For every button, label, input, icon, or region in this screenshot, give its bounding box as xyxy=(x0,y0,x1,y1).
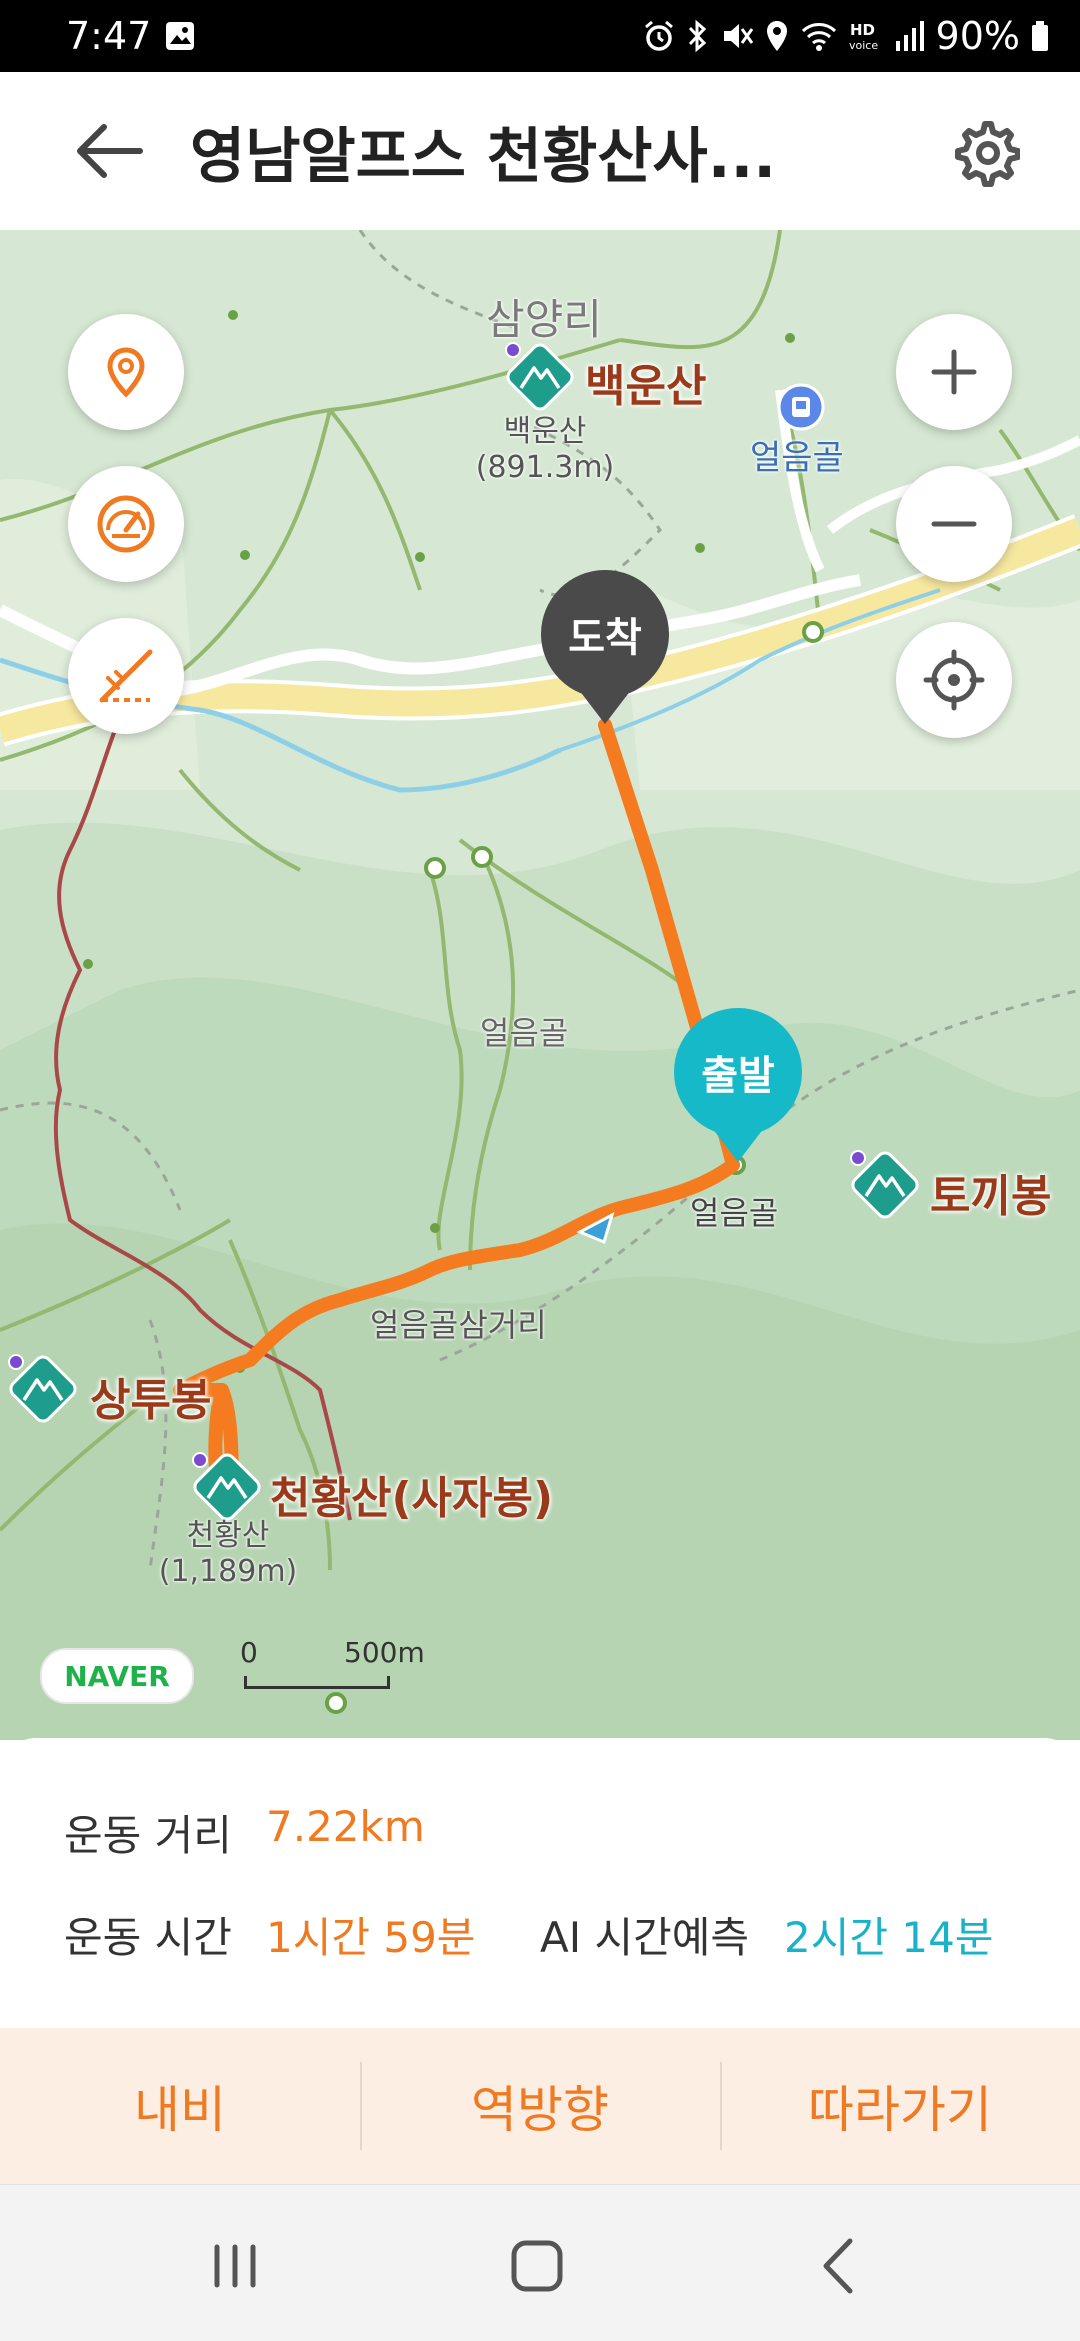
location-pin-icon xyxy=(107,347,145,398)
battery-icon xyxy=(1032,21,1048,51)
poi-marker-icon[interactable] xyxy=(776,382,826,432)
signal-icon xyxy=(895,21,924,51)
follow-button[interactable]: 따라가기 xyxy=(720,2028,1080,2184)
zoom-out-button[interactable] xyxy=(896,466,1012,582)
home-icon[interactable] xyxy=(496,2231,576,2301)
scale-zero: 0 xyxy=(240,1636,258,1669)
label-eoleumgol-start: 얼음골 xyxy=(690,1194,779,1232)
time-value: 1시간 59분 xyxy=(266,1913,476,1962)
mountain-peak-icon[interactable] xyxy=(6,1352,80,1426)
label-cheonhwangsan: 천황산(사자봉) xyxy=(270,1473,554,1524)
page-title: 영남알프스 천황산사... xyxy=(190,122,777,192)
system-nav-bar xyxy=(0,2184,1080,2341)
distance-label: 운동 거리 xyxy=(64,1811,232,1860)
wifi-icon xyxy=(801,23,836,51)
svg-text:voice: voice xyxy=(849,39,878,52)
svg-text:HD: HD xyxy=(850,21,875,39)
route-summary-panel: 운동 거리 7.22km 운동 시간 1시간 59분 AI 시간예측 2시간 1… xyxy=(0,1738,1080,2028)
mountain-peak-icon[interactable] xyxy=(848,1148,922,1222)
map-view[interactable]: 삼양리 백운산 백운산 (891.3m) 얼음골 얼음골 얼음골 토끼봉 얼음골… xyxy=(0,230,1080,1740)
plus-icon xyxy=(931,349,977,395)
speedometer-icon xyxy=(97,495,155,553)
label-eoleumgol-samgeori: 얼음골삼거리 xyxy=(370,1306,547,1344)
label-tokkibong: 토끼봉 xyxy=(930,1171,1052,1222)
my-location-button[interactable] xyxy=(896,622,1012,738)
mountain-peak-icon[interactable] xyxy=(503,340,577,414)
action-bar: 내비 역방향 따라가기 xyxy=(0,2028,1080,2184)
slope-icon xyxy=(99,649,153,703)
slope-button[interactable] xyxy=(68,618,184,734)
label-sangtubong: 상투봉 xyxy=(90,1375,212,1426)
start-marker[interactable]: 출발 xyxy=(674,1008,802,1162)
back-chevron-icon[interactable] xyxy=(800,2231,880,2301)
app-header: 영남알프스 천황산사... xyxy=(0,72,1080,231)
reverse-button[interactable]: 역방향 xyxy=(360,2028,720,2184)
start-marker-label: 출발 xyxy=(674,1008,802,1136)
time-label: 운동 시간 xyxy=(64,1913,232,1962)
zoom-in-button[interactable] xyxy=(896,314,1012,430)
speedometer-button[interactable] xyxy=(68,466,184,582)
status-time: 7:47 xyxy=(66,14,152,58)
gallery-icon xyxy=(166,22,194,50)
bluetooth-icon xyxy=(688,19,706,53)
label-baekunsan-elevation: 백운산 (891.3m) xyxy=(475,414,615,485)
arrive-marker[interactable]: 도착 xyxy=(541,570,669,724)
location-icon xyxy=(766,21,787,51)
gear-icon[interactable] xyxy=(950,118,1020,188)
distance-value: 7.22km xyxy=(266,1802,425,1851)
recents-icon[interactable] xyxy=(195,2231,275,2301)
arrive-marker-label: 도착 xyxy=(541,570,669,698)
location-pin-button[interactable] xyxy=(68,314,184,430)
label-samyangri: 삼양리 xyxy=(486,295,602,344)
naver-logo: NAVER xyxy=(40,1648,194,1704)
ai-prediction-label: AI 시간예측 xyxy=(540,1913,750,1962)
status-bar: 7:47 HD voice 90% xyxy=(0,0,1080,72)
map-scale: 0 500m xyxy=(240,1636,430,1696)
battery-percent: 90% xyxy=(935,14,1020,58)
arrow-left-icon[interactable] xyxy=(70,116,150,186)
ai-prediction-value: 2시간 14분 xyxy=(784,1913,994,1962)
label-eoleumgol-ne: 얼음골 xyxy=(750,438,844,478)
crosshair-icon xyxy=(923,649,985,711)
label-eoleumgol-mid: 얼음골 xyxy=(480,1014,569,1052)
label-cheonhwangsan-elevation: 천황산 (1,189m) xyxy=(158,1518,298,1589)
mute-icon xyxy=(723,24,753,48)
scale-bar xyxy=(244,1676,390,1689)
minus-icon xyxy=(931,521,977,527)
alarm-icon xyxy=(644,20,673,51)
scale-distance: 500m xyxy=(344,1636,425,1669)
label-baekunsan: 백운산 xyxy=(585,361,707,412)
hd-voice-icon: HDvoice xyxy=(849,21,878,52)
navigate-button[interactable]: 내비 xyxy=(0,2028,360,2184)
